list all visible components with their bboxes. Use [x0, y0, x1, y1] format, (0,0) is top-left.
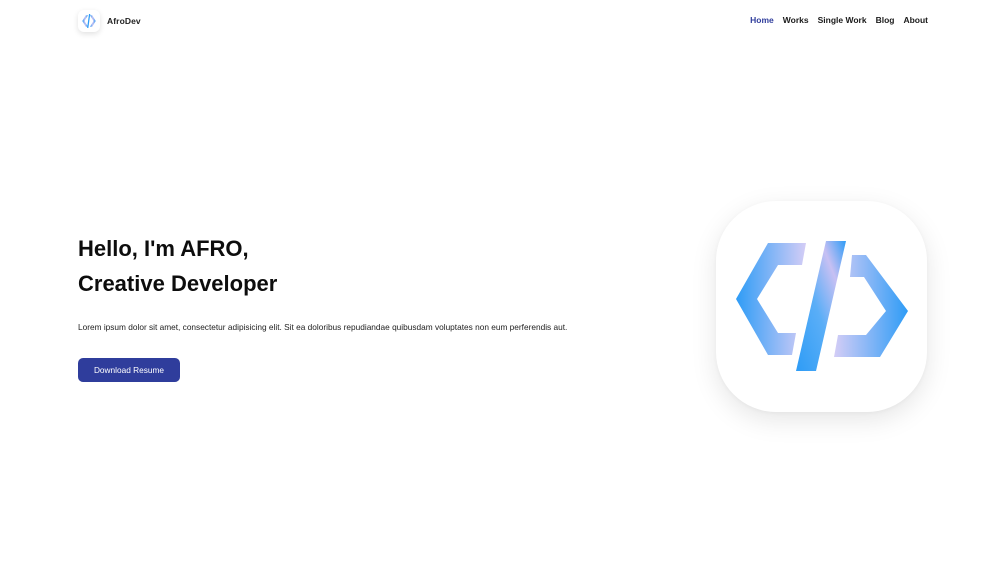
- nav-item-home[interactable]: Home: [750, 15, 774, 25]
- hero-title-line-1: Hello, I'm AFRO,: [78, 236, 249, 261]
- main-nav: Home Works Single Work Blog About: [750, 15, 928, 25]
- code-brackets-icon: [735, 240, 908, 371]
- page: AfroDev Home Works Single Work Blog Abou…: [0, 0, 1005, 571]
- code-brackets-icon: [78, 10, 100, 32]
- hero-title: Hello, I'm AFRO, Creative Developer: [78, 231, 478, 301]
- download-resume-button[interactable]: Download Resume: [78, 358, 180, 382]
- nav-item-blog[interactable]: Blog: [876, 15, 895, 25]
- hero-description: Lorem ipsum dolor sit amet, consectetur …: [78, 322, 568, 332]
- site-header: AfroDev Home Works Single Work Blog Abou…: [0, 0, 1005, 42]
- brand-link[interactable]: AfroDev: [78, 9, 141, 33]
- nav-item-about[interactable]: About: [903, 15, 928, 25]
- brand-name: AfroDev: [107, 16, 141, 26]
- hero-logo-card: [716, 201, 927, 412]
- hero-title-line-2: Creative Developer: [78, 271, 278, 296]
- nav-item-works[interactable]: Works: [783, 15, 809, 25]
- nav-item-single-work[interactable]: Single Work: [818, 15, 867, 25]
